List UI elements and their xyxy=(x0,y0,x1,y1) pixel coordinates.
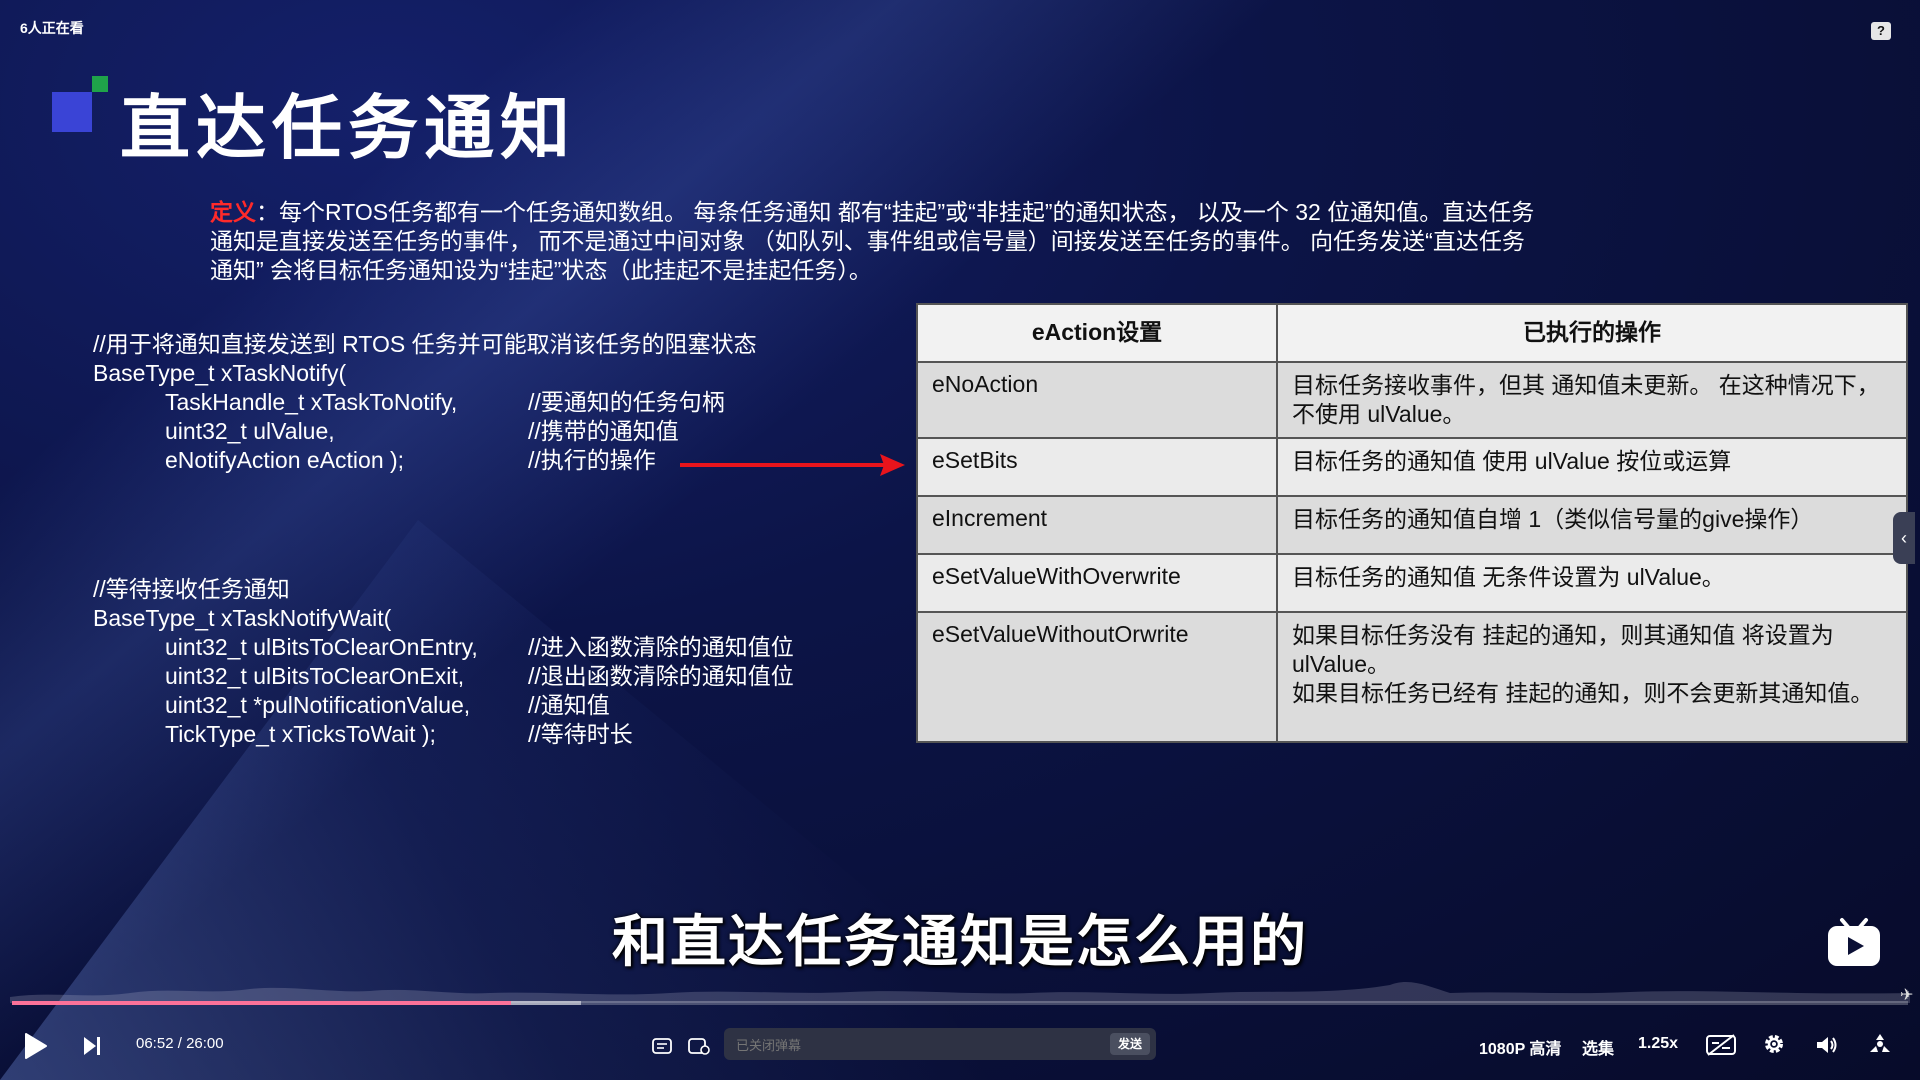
code-text: //等待接收任务通知 xyxy=(93,576,290,602)
code-text: eNotifyAction eAction ); xyxy=(165,447,405,473)
subtitle-caption: 和直达任务通知是怎么用的 xyxy=(612,910,1308,973)
code-text: //用于将通知直接发送到 RTOS 任务并可能取消该任务的阻塞状态 xyxy=(93,331,757,357)
next-icon[interactable] xyxy=(82,1034,102,1058)
code-text: uint32_t *pulNotificationValue, xyxy=(165,692,471,718)
code-comment: //执行的操作 xyxy=(528,447,656,473)
code-comment: //等待时长 xyxy=(528,721,633,747)
subtitle-off-icon[interactable] xyxy=(1705,1034,1737,1056)
title-square-mark xyxy=(52,92,92,132)
speed-button[interactable]: 1.25x xyxy=(1638,1035,1678,1053)
pin-icon[interactable]: ✈ xyxy=(1900,985,1913,1005)
table-row: eSetValueWithOverwrite 目标任务的通知值 无条件设置为 u… xyxy=(916,553,1908,613)
table-row: eIncrement 目标任务的通知值自增 1（类似信号量的give操作） xyxy=(916,495,1908,555)
heat-waveform xyxy=(10,982,1910,1003)
table-row: eSetBits 目标任务的通知值 使用 ulValue 按位或运算 xyxy=(916,437,1908,497)
time-display: 06:52 / 26:00 xyxy=(136,1035,224,1052)
danmaku-toggle-icon[interactable] xyxy=(652,1036,672,1056)
table-cell-desc: 目标任务的通知值自增 1（类似信号量的give操作） xyxy=(1276,495,1908,555)
code-comment: //携带的通知值 xyxy=(528,418,679,444)
episodes-button[interactable]: 选集 xyxy=(1582,1035,1614,1059)
code-text: BaseType_t xTaskNotifyWait( xyxy=(93,605,392,631)
danmaku-box: 发送 xyxy=(724,1028,1156,1062)
table-header-desc: 已执行的操作 xyxy=(1276,303,1908,363)
slide-title: 直达任务通知 xyxy=(120,89,576,167)
table-row: eSetValueWithoutOrwrite 如果目标任务没有 挂起的通知，则… xyxy=(916,611,1908,743)
table-cell-action: eSetValueWithoutOrwrite xyxy=(916,611,1278,743)
progress-played xyxy=(12,1001,511,1005)
code-text: uint32_t ulBitsToClearOnExit, xyxy=(165,663,465,689)
danmaku-input[interactable] xyxy=(734,1028,1098,1062)
current-time: 06:52 xyxy=(136,1035,174,1052)
definition-text: ：每个RTOS任务都有一个任务通知数组。 每条任务通知 都有“挂起”或“非挂起”… xyxy=(210,199,1535,283)
table-cell-desc: 目标任务的通知值 无条件设置为 ulValue。 xyxy=(1276,553,1908,613)
viewer-count: 6人正在看 xyxy=(20,20,84,36)
side-panel-toggle[interactable]: ‹ xyxy=(1893,512,1915,564)
table-cell-action: eIncrement xyxy=(916,495,1278,555)
duration: 26:00 xyxy=(186,1035,224,1052)
time-separator: / xyxy=(177,1035,182,1052)
table-cell-action: eSetValueWithOverwrite xyxy=(916,553,1278,613)
table-cell-action: eNoAction xyxy=(916,361,1278,439)
danmaku-send-button[interactable]: 发送 xyxy=(1110,1033,1150,1055)
table-header-row: eAction设置 已执行的操作 xyxy=(916,303,1908,363)
quality-button[interactable]: 1080P 高清 xyxy=(1479,1035,1561,1059)
video-frame[interactable]: 6人正在看 ? 直达任务通知 定义：每个RTOS任务都有一个任务通知数组。 每条… xyxy=(0,0,1920,1080)
code-text: BaseType_t xTaskNotify( xyxy=(93,360,347,386)
code-text: uint32_t ulBitsToClearOnEntry, xyxy=(165,634,478,660)
code-text: TickType_t xTicksToWait ); xyxy=(165,721,436,747)
red-arrow-icon xyxy=(680,454,905,476)
progress-bar[interactable] xyxy=(12,1001,1908,1005)
table-cell-desc: 目标任务的通知值 使用 ulValue 按位或运算 xyxy=(1276,437,1908,497)
danmaku-settings-icon[interactable] xyxy=(688,1036,710,1056)
table-cell-desc: 如果目标任务没有 挂起的通知，则其通知值 将设置为 ulValue。 如果目标任… xyxy=(1276,611,1908,743)
code-comment: //要通知的任务句柄 xyxy=(528,389,725,415)
title-green-mark xyxy=(92,76,108,92)
code-comment: //进入函数清除的通知值位 xyxy=(528,634,794,660)
play-button[interactable] xyxy=(24,1032,48,1060)
help-icon[interactable]: ? xyxy=(1871,22,1891,40)
gear-icon[interactable] xyxy=(1762,1032,1786,1056)
table-row: eNoAction 目标任务接收事件，但其 通知值未更新。 在这种情况下，不使用… xyxy=(916,361,1908,439)
definition-paragraph: 定义：每个RTOS任务都有一个任务通知数组。 每条任务通知 都有“挂起”或“非挂… xyxy=(210,198,1540,285)
bilibili-tv-icon[interactable] xyxy=(1826,916,1882,968)
code-text: uint32_t ulValue, xyxy=(165,418,335,444)
table-header-action: eAction设置 xyxy=(916,303,1278,363)
code-text: TaskHandle_t xTaskToNotify, xyxy=(165,389,458,415)
code-comment: //退出函数清除的通知值位 xyxy=(528,663,794,689)
code-comment: //通知值 xyxy=(528,692,610,718)
definition-label: 定义 xyxy=(210,199,256,225)
table-cell-desc: 目标任务接收事件，但其 通知值未更新。 在这种情况下，不使用 ulValue。 xyxy=(1276,361,1908,439)
fullscreen-icon[interactable] xyxy=(1867,1032,1893,1056)
eaction-table: eAction设置 已执行的操作 eNoAction 目标任务接收事件，但其 通… xyxy=(916,303,1908,743)
volume-icon[interactable] xyxy=(1815,1034,1839,1056)
table-cell-action: eSetBits xyxy=(916,437,1278,497)
